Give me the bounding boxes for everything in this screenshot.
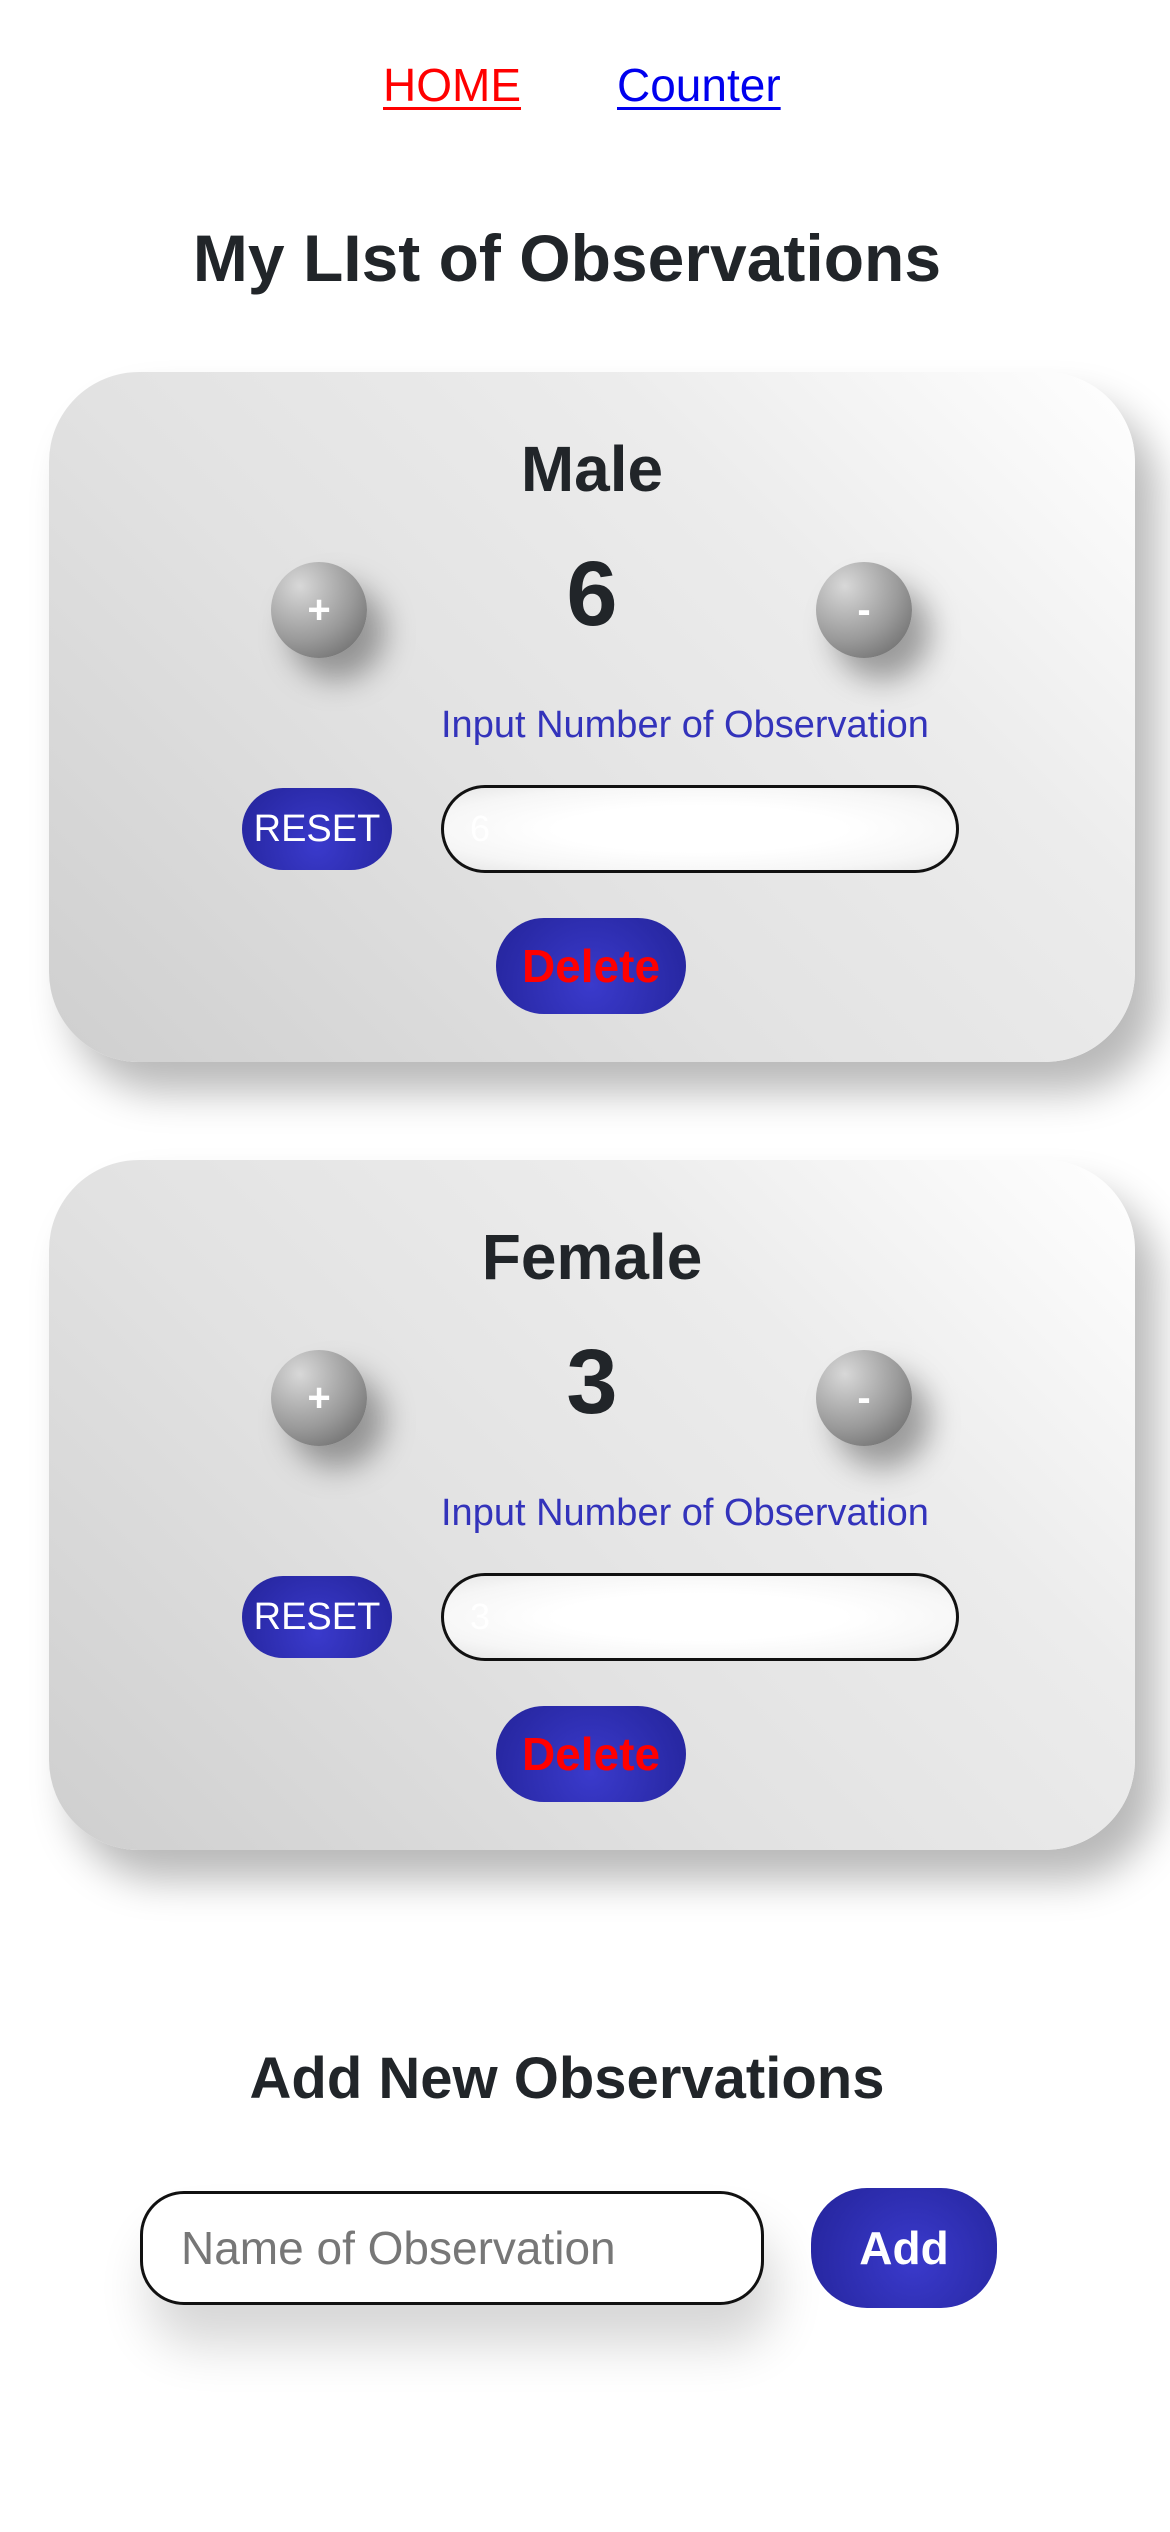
reset-button[interactable]: RESET	[242, 1576, 392, 1658]
delete-button[interactable]: Delete	[496, 918, 686, 1014]
top-nav: HOME Counter	[0, 48, 1170, 128]
observation-name-input[interactable]	[140, 2191, 764, 2305]
observation-card-male: Male + 6 - Input Number of Observation R…	[49, 372, 1135, 1062]
observation-number-input[interactable]	[441, 785, 959, 873]
nav-link-home[interactable]: HOME	[383, 58, 521, 112]
delete-button[interactable]: Delete	[496, 1706, 686, 1802]
minus-icon: -	[857, 1376, 871, 1420]
observation-name: Male	[520, 433, 664, 505]
page-title: My LIst of Observations	[192, 221, 942, 295]
decrement-button[interactable]: -	[816, 562, 912, 658]
add-observation-button[interactable]: Add	[811, 2188, 997, 2308]
decrement-button[interactable]: -	[816, 1350, 912, 1446]
observation-count: 3	[566, 1331, 618, 1433]
reset-button[interactable]: RESET	[242, 788, 392, 870]
observation-count: 6	[566, 543, 618, 645]
add-section-title: Add New Observations	[249, 2046, 885, 2111]
input-number-label: Input Number of Observation	[441, 1492, 929, 1534]
nav-link-counter[interactable]: Counter	[617, 58, 781, 112]
input-number-label: Input Number of Observation	[441, 704, 929, 746]
minus-icon: -	[857, 588, 871, 632]
observation-number-input[interactable]	[441, 1573, 959, 1661]
observation-card-female: Female + 3 - Input Number of Observation…	[49, 1160, 1135, 1850]
observation-name: Female	[481, 1221, 703, 1293]
